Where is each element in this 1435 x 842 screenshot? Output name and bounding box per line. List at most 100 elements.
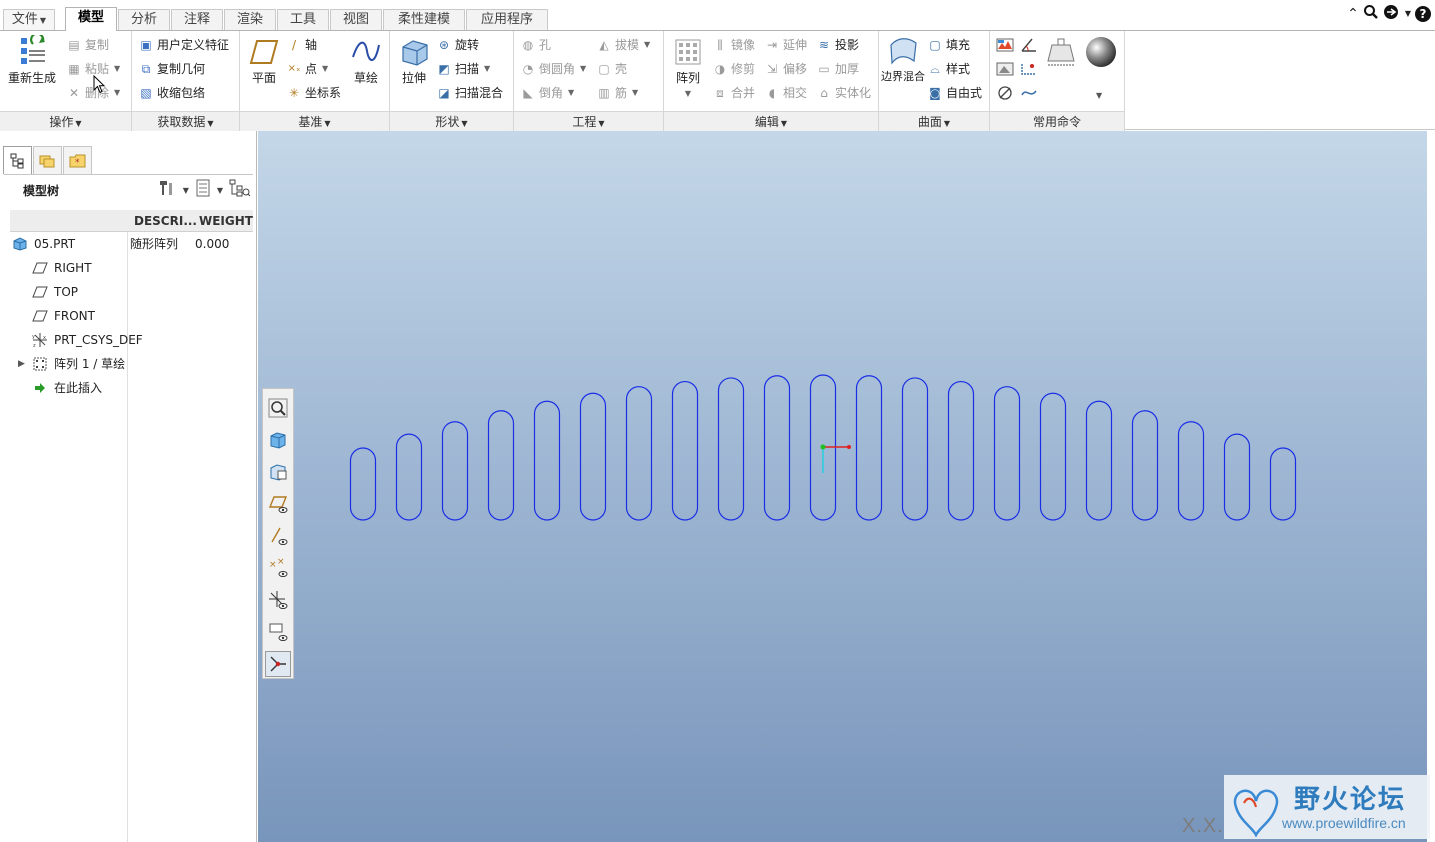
chevron-down-icon[interactable]: ▼ bbox=[183, 186, 189, 195]
project-button[interactable]: ≋ 投影 bbox=[816, 35, 859, 55]
group-datum-label[interactable]: 基准 ▼ bbox=[240, 111, 389, 131]
community-icon[interactable] bbox=[1383, 4, 1401, 25]
tab-tools[interactable]: 工具 bbox=[277, 9, 329, 30]
group-operations-label[interactable]: 操作 ▼ bbox=[0, 111, 131, 131]
freestyle-button[interactable]: ◙ 自由式 bbox=[927, 83, 982, 103]
sweep-button[interactable]: ◩ 扫描 ▼ bbox=[436, 59, 490, 79]
tab-favorites[interactable]: * bbox=[63, 146, 92, 174]
boundary-blend-button[interactable]: 边界混合 bbox=[879, 35, 927, 83]
diameter-icon[interactable] bbox=[996, 85, 1014, 101]
shell-button[interactable]: ▢ 壳 bbox=[596, 59, 627, 79]
dimension-icon[interactable] bbox=[1020, 61, 1038, 77]
fill-button[interactable]: ▢ 填充 bbox=[927, 35, 970, 55]
named-views-button[interactable] bbox=[265, 427, 291, 453]
tree-row-front-plane[interactable]: FRONT bbox=[10, 304, 253, 328]
display-style-button[interactable] bbox=[265, 459, 291, 485]
copy-button[interactable]: ▤ 复制 bbox=[66, 35, 109, 55]
appearance-icon[interactable] bbox=[996, 61, 1014, 77]
help-icon[interactable]: ? bbox=[1415, 6, 1431, 22]
chevron-down-icon[interactable]: ▼ bbox=[1405, 5, 1411, 23]
sketch-button[interactable]: 草绘 bbox=[342, 35, 390, 85]
trim-button[interactable]: ◑ 修剪 bbox=[712, 59, 755, 79]
column-weight[interactable]: WEIGHT bbox=[199, 210, 253, 232]
pattern-slot[interactable] bbox=[855, 375, 883, 521]
tab-layer-tree[interactable] bbox=[33, 146, 62, 174]
pattern-slot[interactable] bbox=[441, 421, 469, 521]
extend-button[interactable]: ⇥ 延伸 bbox=[764, 35, 807, 55]
tree-filter-icon[interactable] bbox=[229, 179, 251, 201]
intersect-button[interactable]: ◖ 相交 bbox=[764, 83, 807, 103]
tree-row-csys[interactable]: y x z PRT_CSYS_DEF bbox=[10, 328, 253, 352]
group-shapes-label[interactable]: 形状 ▼ bbox=[390, 111, 513, 131]
group-engineering-label[interactable]: 工程 ▼ bbox=[514, 111, 663, 131]
curve-analysis-icon[interactable] bbox=[1020, 85, 1038, 101]
swept-blend-button[interactable]: ◪ 扫描混合 bbox=[436, 83, 503, 103]
regenerate-button[interactable]: 重新生成 bbox=[4, 35, 60, 85]
chevron-down-icon[interactable]: ▼ bbox=[1096, 91, 1102, 100]
csys-button[interactable]: ✳ 坐标系 bbox=[286, 83, 341, 103]
pattern-slot[interactable] bbox=[1039, 392, 1067, 521]
chamfer-button[interactable]: ◣ 倒角 ▼ bbox=[520, 83, 574, 103]
pattern-slot[interactable] bbox=[349, 447, 377, 521]
tree-show-icon[interactable] bbox=[195, 179, 211, 201]
tab-view[interactable]: 视图 bbox=[330, 9, 382, 30]
rib-button[interactable]: ▥ 筋 ▼ bbox=[596, 83, 638, 103]
pattern-slot[interactable] bbox=[625, 386, 653, 521]
annotation-display-button[interactable] bbox=[265, 619, 291, 645]
merge-button[interactable]: ⧈ 合并 bbox=[712, 83, 755, 103]
pattern-slot[interactable] bbox=[993, 386, 1021, 521]
shrinkwrap-button[interactable]: ▧ 收缩包络 bbox=[138, 83, 205, 103]
column-description[interactable]: DESCRI... bbox=[134, 210, 197, 232]
style-button[interactable]: ⌓ 样式 bbox=[927, 59, 970, 79]
pattern-slot[interactable] bbox=[947, 380, 975, 521]
pattern-slot[interactable] bbox=[1223, 433, 1251, 521]
tab-flexible-modeling[interactable]: 柔性建模 bbox=[383, 9, 465, 30]
tree-row-insert-here[interactable]: 在此插入 bbox=[10, 376, 253, 400]
pattern-slot[interactable] bbox=[763, 375, 791, 521]
render-room-icon[interactable] bbox=[996, 37, 1014, 53]
sphere-shading-icon[interactable] bbox=[1084, 35, 1118, 69]
tree-row-part[interactable]: 05.PRT 随形阵列 0.000 bbox=[10, 232, 253, 256]
draft-button[interactable]: ◭ 拔模 ▼ bbox=[596, 35, 650, 55]
csys-display-button[interactable] bbox=[265, 587, 291, 613]
point-display-button[interactable]: × × bbox=[265, 555, 291, 581]
pattern-slot[interactable] bbox=[395, 433, 423, 521]
spin-center-button[interactable] bbox=[265, 651, 291, 677]
pattern-slot[interactable] bbox=[717, 377, 745, 521]
pattern-slot[interactable] bbox=[533, 400, 561, 521]
tab-analysis[interactable]: 分析 bbox=[118, 9, 170, 30]
zoom-to-fit-button[interactable] bbox=[265, 395, 291, 421]
hole-button[interactable]: ◍ 孔 bbox=[520, 35, 551, 55]
tree-row-pattern[interactable]: ▶ 阵列 1 / 草绘 bbox=[10, 352, 253, 376]
tab-file[interactable]: 文件 ▼ bbox=[3, 9, 55, 30]
chevron-down-icon[interactable]: ▼ bbox=[217, 186, 223, 195]
solidify-button[interactable]: ⌂ 实体化 bbox=[816, 83, 871, 103]
axis-button[interactable]: / 轴 bbox=[286, 35, 317, 55]
tab-model-tree[interactable] bbox=[3, 146, 32, 174]
graphics-viewport[interactable]: × × bbox=[258, 131, 1427, 842]
tree-row-top-plane[interactable]: TOP bbox=[10, 280, 253, 304]
tab-annotate[interactable]: 注释 bbox=[171, 9, 223, 30]
collapse-ribbon-icon[interactable]: ⌃ bbox=[1347, 5, 1359, 23]
axis-display-button[interactable] bbox=[265, 523, 291, 549]
group-get-data-label[interactable]: 获取数据 ▼ bbox=[132, 111, 239, 131]
copy-geometry-button[interactable]: ⧉ 复制几何 bbox=[138, 59, 205, 79]
pattern-slot[interactable] bbox=[1131, 410, 1159, 521]
tab-model[interactable]: 模型 bbox=[65, 7, 117, 31]
point-button[interactable]: ×ₓ 点 ▼ bbox=[286, 59, 329, 79]
pattern-button[interactable]: 阵列 ▼ bbox=[664, 35, 712, 99]
pattern-slot[interactable] bbox=[901, 377, 929, 521]
tree-row-right-plane[interactable]: RIGHT bbox=[10, 256, 253, 280]
pattern-slot[interactable] bbox=[579, 392, 607, 521]
revolve-button[interactable]: ⊛ 旋转 bbox=[436, 35, 479, 55]
offset-button[interactable]: ⇲ 偏移 bbox=[764, 59, 807, 79]
plane-display-button[interactable] bbox=[265, 491, 291, 517]
mirror-button[interactable]: ⫼ 镜像 bbox=[712, 35, 755, 55]
udf-button[interactable]: ▣ 用户定义特征 bbox=[138, 35, 229, 55]
pattern-slot[interactable] bbox=[487, 410, 515, 521]
pattern-slot[interactable] bbox=[1085, 400, 1113, 521]
angle-measure-icon[interactable] bbox=[1020, 37, 1038, 53]
group-surfaces-label[interactable]: 曲面 ▼ bbox=[879, 111, 989, 131]
pattern-slot[interactable] bbox=[1177, 421, 1205, 521]
pattern-slot[interactable] bbox=[671, 380, 699, 521]
